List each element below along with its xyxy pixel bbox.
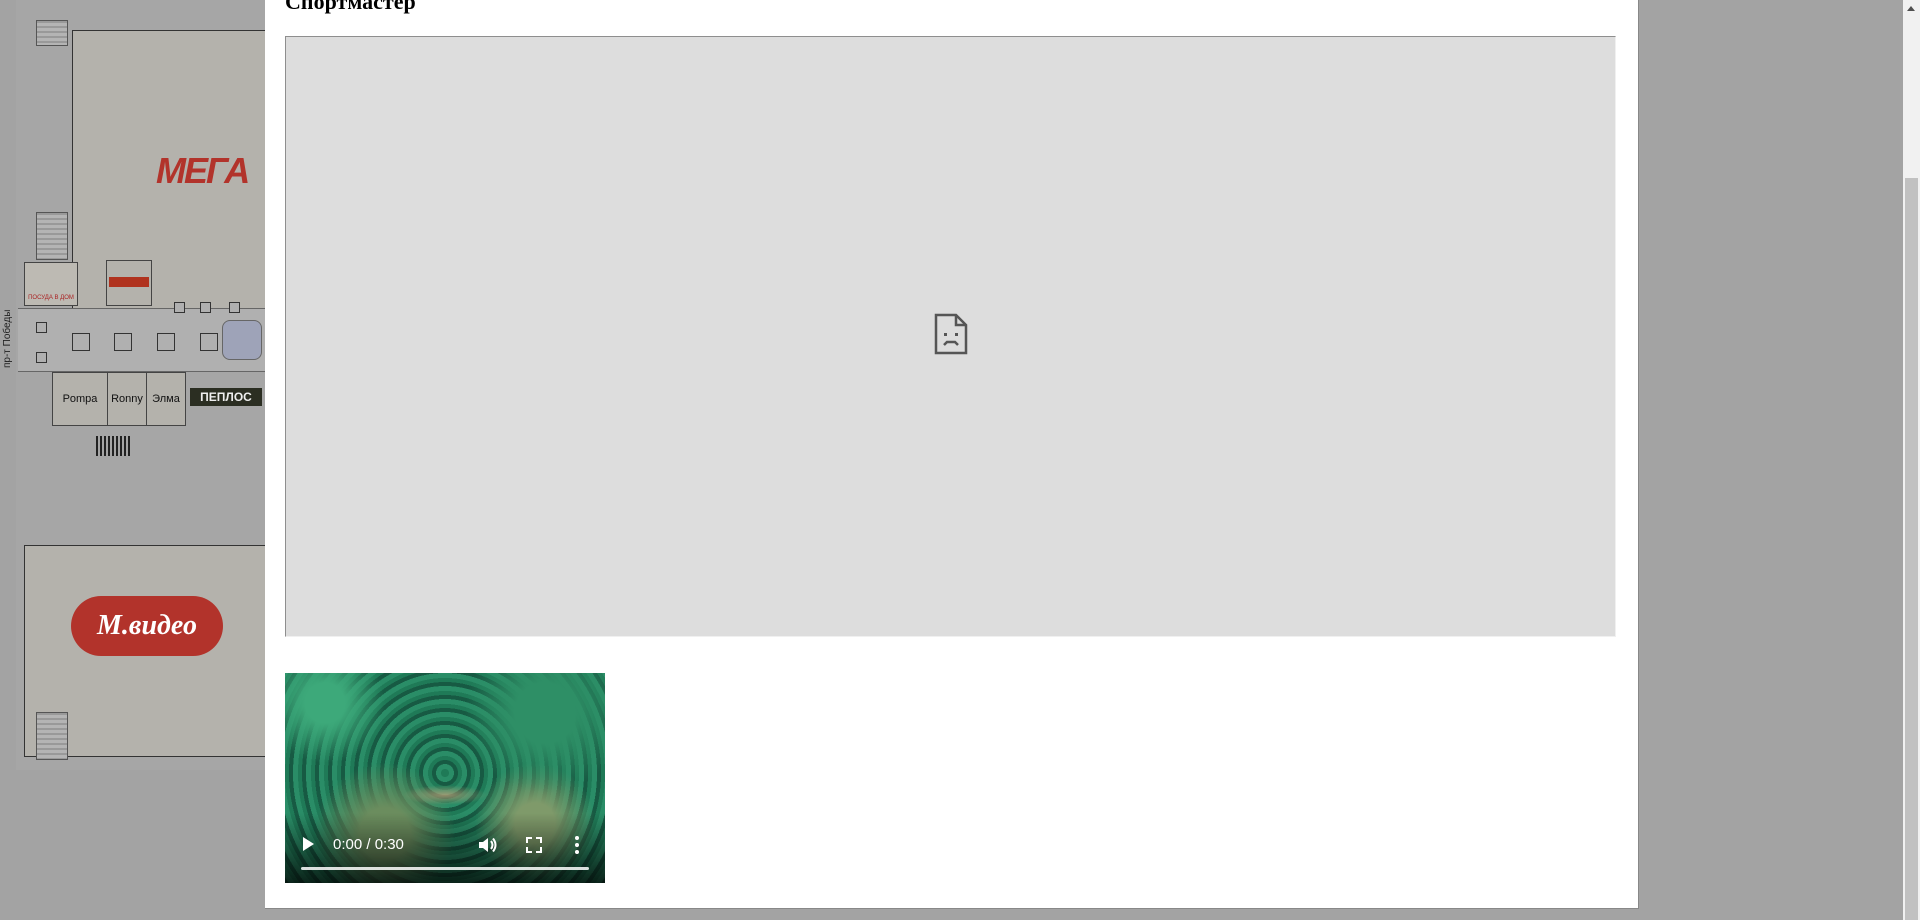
escalator-icon	[222, 320, 262, 360]
page-scrollbar[interactable]	[1903, 0, 1920, 920]
sad-document-icon	[934, 313, 968, 355]
column-marker	[36, 322, 47, 333]
kiosk	[157, 333, 175, 351]
more-options-icon[interactable]	[575, 836, 579, 854]
mvideo-logo: М.видео	[71, 596, 223, 656]
grate-marker	[96, 436, 130, 456]
embedded-frame-error	[285, 36, 1616, 637]
kiosk	[200, 333, 218, 351]
scrollbar-thumb[interactable]	[1905, 178, 1918, 920]
volume-icon[interactable]	[478, 837, 498, 853]
street-label: пр-т Победы	[2, 309, 13, 368]
video-controls: 0:00 / 0:30	[285, 823, 605, 883]
shop-ronny: Ronny	[107, 372, 147, 426]
shop-pompa: Pompa	[52, 372, 108, 426]
time-display: 0:00 / 0:30	[333, 836, 404, 853]
kiosk	[72, 333, 90, 351]
peplos-logo: ПЕПЛОС	[190, 388, 262, 406]
column-marker	[174, 302, 185, 313]
video-progress-bar[interactable]	[301, 867, 589, 870]
video-player[interactable]: 0:00 / 0:30	[285, 673, 605, 883]
mega-logo: МЕГА	[156, 150, 250, 191]
store-logo	[106, 260, 152, 306]
column-marker	[229, 302, 240, 313]
column-marker	[200, 302, 211, 313]
store-modal: Спортмастер 0:00 / 0:30	[265, 0, 1639, 909]
scroll-up-arrow-icon[interactable]	[1903, 0, 1920, 17]
elevator-icon	[36, 712, 68, 760]
stairs-icon	[36, 20, 68, 46]
fullscreen-icon[interactable]	[526, 837, 542, 853]
stairs-icon	[36, 212, 68, 260]
modal-title: Спортмастер	[285, 0, 416, 14]
column-marker	[36, 352, 47, 363]
play-icon[interactable]	[303, 837, 314, 851]
shop-elma: Элма	[146, 372, 186, 426]
kiosk	[114, 333, 132, 351]
posuda-v-dom-logo: ПОСУДА В ДОМ	[24, 262, 78, 306]
